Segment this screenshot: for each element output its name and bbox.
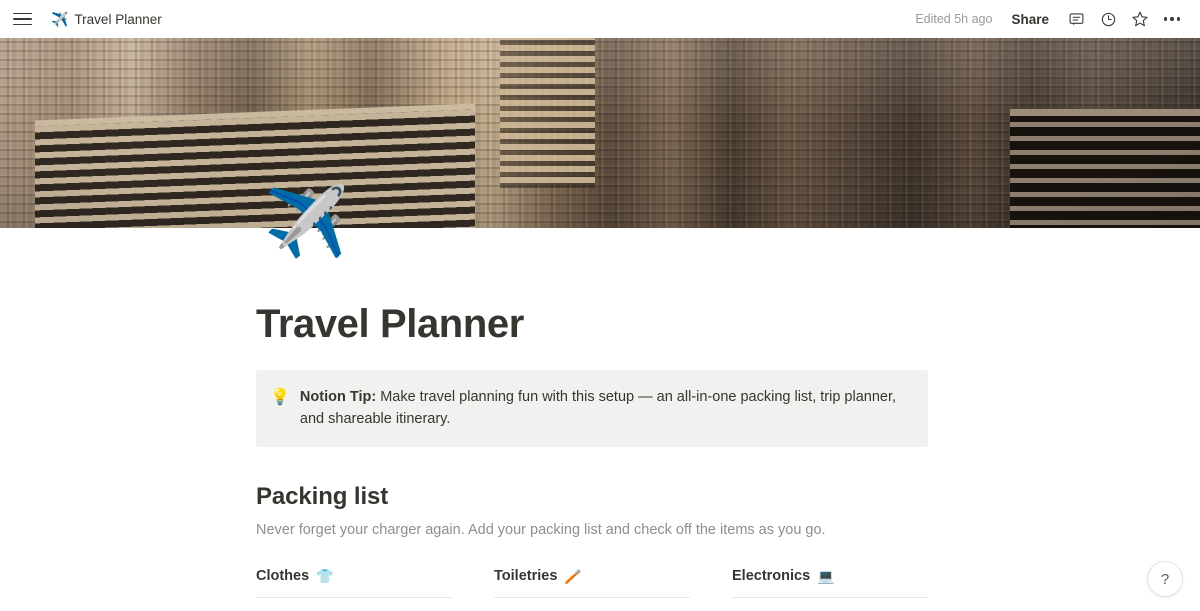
help-button[interactable]: ? [1147, 561, 1183, 597]
more-options-icon[interactable] [1158, 5, 1186, 33]
tshirt-icon: 👕 [316, 567, 334, 584]
callout-body: Make travel planning fun with this setup… [299, 389, 897, 428]
column-header-toiletries[interactable]: Toiletries 🪥 [494, 568, 690, 584]
packing-column-toiletries: Toiletries 🪥 Toothbrush [494, 568, 690, 611]
toothbrush-icon: 🪥 [564, 567, 582, 584]
packing-column-electronics: Electronics 💻 Charger [732, 568, 928, 611]
column-divider [494, 596, 690, 598]
breadcrumb-airplane-icon: ✈️ [51, 11, 69, 27]
star-icon[interactable] [1126, 5, 1154, 33]
packing-columns: Clothes 👕 Socks Toiletries 🪥 Too [256, 568, 928, 611]
column-title: Toiletries [494, 567, 558, 584]
top-bar: ✈️ Travel Planner Edited 5h ago Share [0, 0, 1200, 38]
top-bar-right: Edited 5h ago Share [907, 5, 1186, 33]
notion-tip-callout[interactable]: 💡 Notion Tip: Make travel planning fun w… [256, 370, 928, 447]
breadcrumb-title: Travel Planner [74, 11, 162, 27]
cover-vignette [0, 38, 1200, 228]
column-divider [732, 596, 928, 598]
packing-list-subtitle[interactable]: Never forget your charger again. Add you… [256, 520, 928, 542]
page-airplane-icon[interactable]: ✈️ [264, 188, 349, 256]
page-body: ✈️ Travel Planner 💡 Notion Tip: Make tra… [0, 188, 1200, 611]
top-bar-left: ✈️ Travel Planner [12, 8, 167, 30]
edited-status[interactable]: Edited 5h ago [907, 8, 1000, 30]
column-divider [256, 596, 452, 598]
lightbulb-icon: 💡 [270, 389, 290, 406]
packing-list-heading[interactable]: Packing list [256, 483, 928, 511]
page-content: Travel Planner 💡 Notion Tip: Make travel… [256, 228, 928, 611]
breadcrumb[interactable]: ✈️ Travel Planner [46, 10, 167, 29]
column-header-clothes[interactable]: Clothes 👕 [256, 568, 452, 584]
column-title: Electronics [732, 567, 811, 584]
comment-icon[interactable] [1062, 5, 1090, 33]
share-button[interactable]: Share [1002, 8, 1058, 31]
column-header-electronics[interactable]: Electronics 💻 [732, 568, 928, 584]
callout-text: Notion Tip: Make travel planning fun wit… [300, 386, 912, 431]
column-title: Clothes [256, 567, 310, 584]
cover-image[interactable] [0, 38, 1200, 228]
hamburger-menu-icon[interactable] [12, 8, 34, 30]
laptop-icon: 💻 [817, 567, 835, 584]
callout-label: Notion Tip: [299, 389, 377, 405]
packing-column-clothes: Clothes 👕 Socks [256, 568, 452, 611]
page-title[interactable]: Travel Planner [256, 228, 928, 348]
clock-icon[interactable] [1094, 5, 1122, 33]
